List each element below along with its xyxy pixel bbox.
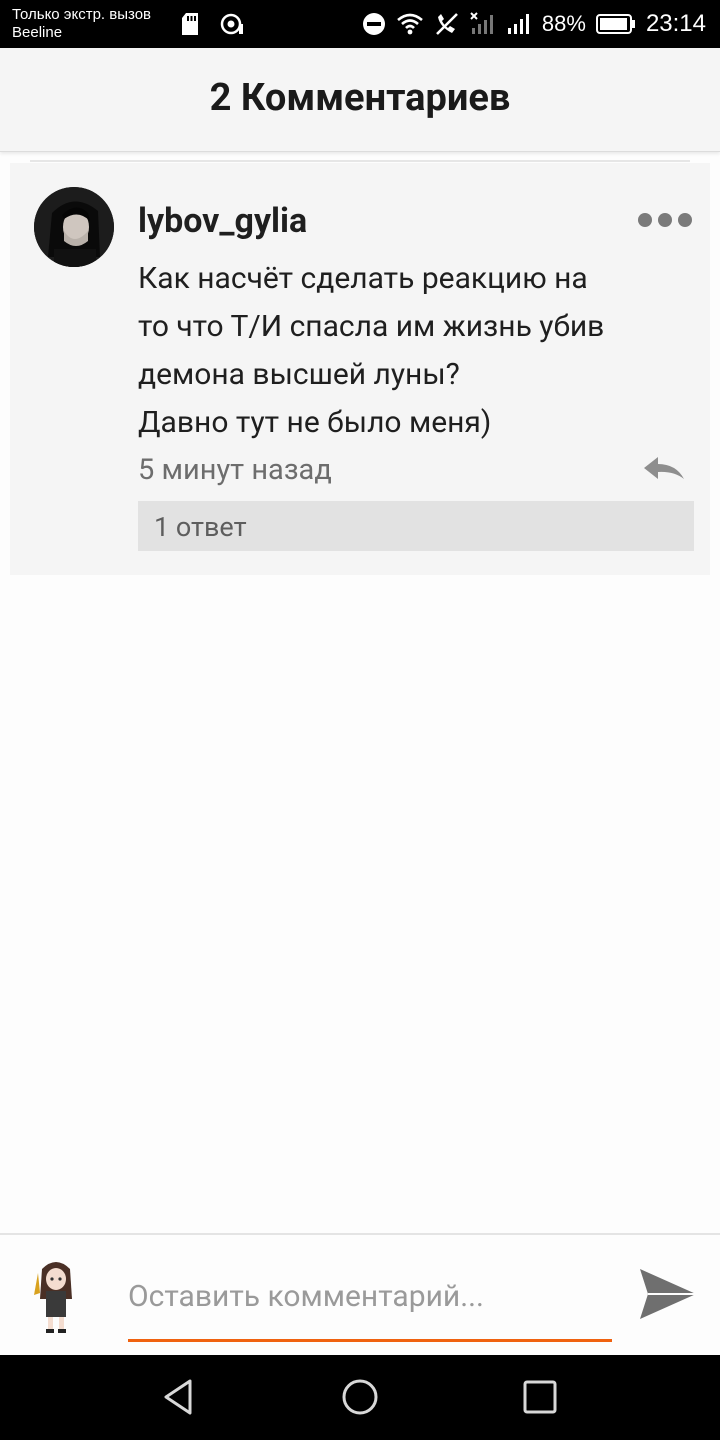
call-off-icon [435, 13, 458, 35]
comment-line: то что Т/И спасла им жизнь убив [138, 309, 605, 344]
comment-username[interactable]: lybov_gylia [138, 201, 307, 241]
wifi-icon [397, 13, 423, 35]
comment-text: Как насчёт сделать реакцию на то что Т/И… [138, 255, 678, 447]
signal-off-icon [470, 12, 493, 34]
status-icons: 88% 23:14 [362, 8, 706, 40]
send-icon[interactable] [638, 1267, 698, 1321]
comments-header: 2 Комментариев [0, 48, 720, 152]
view-replies-button[interactable]: 1 ответ [138, 501, 694, 551]
comment-input-bar [0, 1233, 720, 1355]
comment-line: демона высшей луны? [138, 357, 460, 392]
user-avatar [34, 1262, 72, 1333]
nfc-icon [220, 13, 243, 35]
comment-card[interactable]: lybov_gylia Как насчёт сделать реакцию н… [10, 163, 710, 575]
carrier-status: Только экстр. вызов [12, 6, 152, 23]
more-options-icon[interactable] [638, 213, 692, 229]
replies-count-label: 1 ответ [154, 511, 247, 543]
reply-icon[interactable] [642, 455, 686, 485]
recent-apps-icon[interactable] [522, 1379, 558, 1415]
comment-input[interactable] [128, 1275, 612, 1317]
carrier-name: Beeline [12, 24, 63, 41]
carrier-info: Только экстр. вызов Beeline [12, 6, 151, 42]
comment-timestamp: 5 минут назад [138, 453, 332, 487]
back-icon[interactable] [160, 1377, 200, 1417]
page-title: 2 Комментариев [209, 76, 511, 120]
divider [30, 160, 690, 162]
battery-percent: 88% [541, 11, 586, 36]
comment-line: Давно тут не было меня) [138, 405, 492, 440]
system-nav-bar [0, 1355, 720, 1440]
sd-card-icon [182, 13, 198, 35]
commenter-avatar[interactable] [34, 187, 114, 267]
battery-icon [595, 14, 635, 34]
status-bar: Только экстр. вызов Beeline 88% 23:14 [0, 0, 720, 48]
input-underline [128, 1339, 612, 1342]
home-icon[interactable] [340, 1377, 380, 1417]
clock: 23:14 [645, 10, 706, 37]
signal-icon [507, 14, 529, 34]
comment-line: Как насчёт сделать реакцию на [138, 261, 588, 296]
do-not-disturb-icon [362, 13, 385, 35]
